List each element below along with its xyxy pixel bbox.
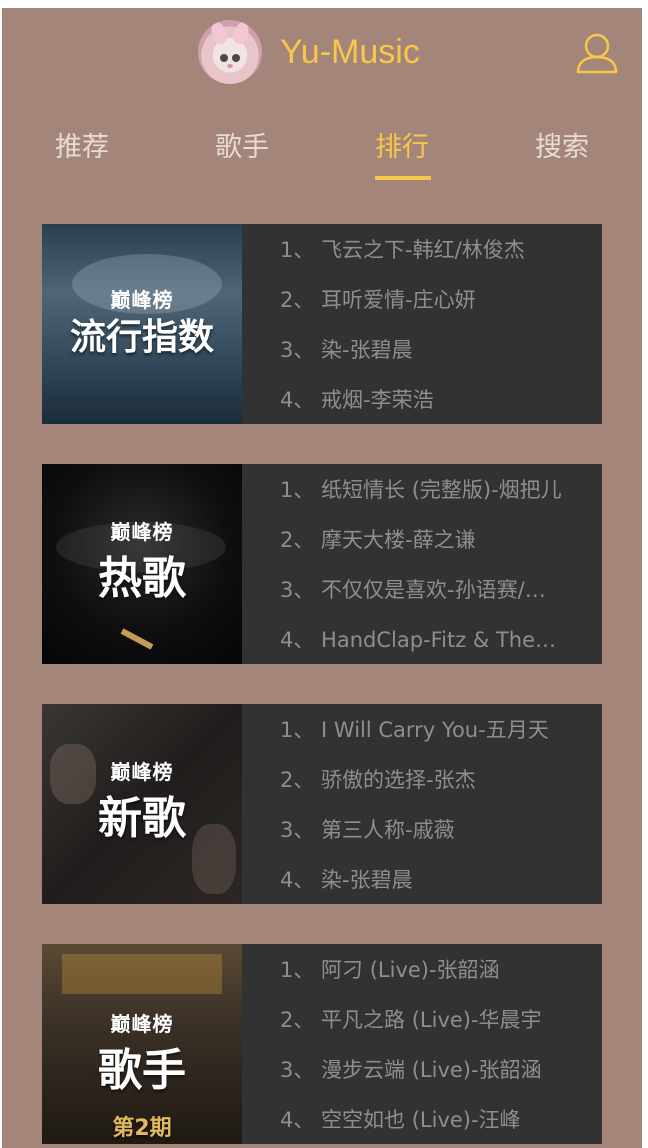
song-item[interactable]: 4、 戒烟-李荣浩: [280, 375, 562, 425]
avatar-nose: [227, 64, 233, 68]
tab-recommend[interactable]: 推荐: [22, 118, 142, 180]
avatar-eye-right: [232, 54, 240, 62]
song-item[interactable]: 4、 染-张碧晨: [280, 855, 562, 905]
song-item[interactable]: 3、 染-张碧晨: [280, 325, 562, 375]
header: Yu-Music: [2, 8, 642, 96]
song-list: 1、 I Will Carry You-五月天 2、 骄傲的选择-张杰 3、 第…: [242, 704, 602, 904]
song-list: 1、 阿刁 (Live)-张韶涵 2、 平凡之路 (Live)-华晨宇 3、 漫…: [242, 944, 602, 1144]
song-item[interactable]: 2、 平凡之路 (Live)-华晨宇: [280, 995, 562, 1045]
chart-cover-pop-index[interactable]: 巅峰榜 流行指数: [42, 224, 242, 424]
song-item[interactable]: 3、 第三人称-戚薇: [280, 805, 562, 855]
chart-brand-text: 巅峰榜: [110, 520, 174, 544]
song-item[interactable]: 2、 摩天大楼-薛之谦: [280, 515, 562, 565]
chart-brand-text: 巅峰榜: [110, 760, 174, 784]
chart-label: 新歌: [98, 793, 186, 844]
chart-cover-new-songs[interactable]: 巅峰榜 新歌: [42, 704, 242, 904]
tab-recommend-label: 推荐: [55, 132, 109, 163]
chart-card-new-songs[interactable]: 巅峰榜 新歌 1、 I Will Carry You-五月天 2、 骄傲的选择-…: [42, 704, 602, 904]
cigarette-decoration: [120, 628, 154, 650]
tab-rankings-label: 排行: [375, 132, 429, 163]
chart-card-pop-index[interactable]: 巅峰榜 流行指数 1、 飞云之下-韩红/林俊杰 2、 耳听爱情-庄心妍 3、 染…: [42, 224, 602, 424]
song-item[interactable]: 1、 阿刁 (Live)-张韶涵: [280, 945, 562, 995]
avatar-eye-left: [220, 54, 228, 62]
avatar[interactable]: [198, 20, 262, 84]
avatar-ear-left: [208, 20, 230, 46]
tab-search-label: 搜索: [535, 132, 589, 163]
song-item[interactable]: 4、 HandClap-Fitz & The Tantrums: [280, 615, 562, 665]
song-item[interactable]: 1、 I Will Carry You-五月天: [280, 705, 562, 755]
chart-label: 流行指数: [69, 317, 214, 358]
active-tab-underline: [375, 176, 431, 180]
chart-cover-issue: 第2期: [112, 1116, 172, 1141]
song-item[interactable]: 1、 飞云之下-韩红/林俊杰: [280, 225, 562, 275]
song-item[interactable]: 2、 骄傲的选择-张杰: [280, 755, 562, 805]
chart-brand: 巅峰榜: [42, 756, 242, 785]
song-item[interactable]: 2、 耳听爱情-庄心妍: [280, 275, 562, 325]
chart-brand: 巅峰榜: [42, 516, 242, 545]
tab-search[interactable]: 搜索: [502, 118, 622, 180]
chart-brand-text: 巅峰榜: [110, 1012, 174, 1036]
chart-cover-singer[interactable]: 巅峰榜 歌手 第2期: [42, 944, 242, 1144]
song-list: 1、 飞云之下-韩红/林俊杰 2、 耳听爱情-庄心妍 3、 染-张碧晨 4、 戒…: [242, 224, 602, 424]
avatar-ear-right: [230, 20, 252, 46]
chart-label: 热歌: [98, 553, 186, 604]
song-item[interactable]: 1、 纸短情长 (完整版)-烟把儿: [280, 465, 562, 515]
song-item[interactable]: 3、 漫步云端 (Live)-张韶涵: [280, 1045, 562, 1095]
song-item[interactable]: 3、 不仅仅是喜欢-孙语赛/萧全: [280, 565, 562, 615]
tab-singers-label: 歌手: [215, 132, 269, 163]
tab-singers[interactable]: 歌手: [182, 118, 302, 180]
tab-rankings[interactable]: 排行: [342, 118, 462, 180]
app-title: Yu-Music: [280, 33, 420, 71]
user-icon[interactable]: [574, 30, 620, 76]
song-list: 1、 纸短情长 (完整版)-烟把儿 2、 摩天大楼-薛之谦 3、 不仅仅是喜欢-…: [242, 464, 602, 664]
app-screen: Yu-Music 推荐 歌手 排行 搜索 巅峰榜 流行指数 1、 飞云之下-韩红…: [2, 8, 642, 1148]
chart-card-singer[interactable]: 巅峰榜 歌手 第2期 1、 阿刁 (Live)-张韶涵 2、 平凡之路 (Liv…: [42, 944, 602, 1144]
nav-tabs: 推荐 歌手 排行 搜索: [2, 118, 642, 188]
chart-card-hot-songs[interactable]: 巅峰榜 热歌 1、 纸短情长 (完整版)-烟把儿 2、 摩天大楼-薛之谦 3、 …: [42, 464, 602, 664]
song-item[interactable]: 4、 空空如也 (Live)-汪峰: [280, 1095, 562, 1145]
banner-decoration: [62, 954, 222, 994]
chart-cover-hot-songs[interactable]: 巅峰榜 热歌: [42, 464, 242, 664]
chart-brand: 巅峰榜: [42, 1008, 242, 1037]
chart-label: 歌手: [98, 1045, 186, 1096]
